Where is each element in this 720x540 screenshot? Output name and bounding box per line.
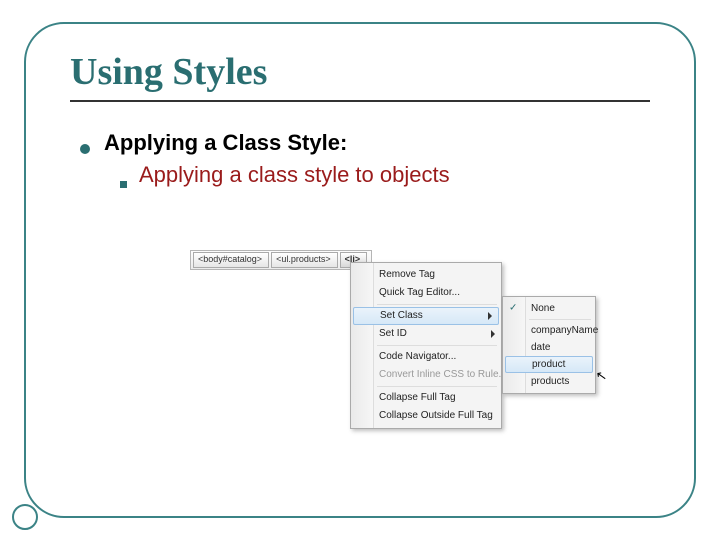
bullet-disc-icon [80,144,90,154]
submenu-item-label: None [531,303,555,314]
menu-item-remove-tag[interactable]: Remove Tag [351,266,501,284]
tag-chip[interactable]: <ul.products> [271,252,338,268]
submenu-arrow-icon [488,312,492,320]
menu-item-quick-tag-editor[interactable]: Quick Tag Editor... [351,284,501,302]
menu-item-label: Set ID [379,328,407,339]
screenshot-region: <body#catalog> <ul.products> <li> Remove… [190,250,570,420]
check-icon: ✓ [509,299,517,316]
corner-ring-icon [12,504,38,530]
menu-item-label: Set Class [380,310,423,321]
menu-separator [377,386,497,387]
class-submenu: ✓ None companyName date product products [502,296,596,394]
menu-item-code-navigator[interactable]: Code Navigator... [351,348,501,366]
submenu-arrow-icon [491,330,495,338]
tag-selector-bar: <body#catalog> <ul.products> <li> [190,250,372,270]
submenu-item-product[interactable]: product [505,356,593,373]
menu-item-collapse-full-tag[interactable]: Collapse Full Tag [351,389,501,407]
bullet-square-icon [120,181,127,188]
submenu-item-date[interactable]: date [503,339,595,356]
menu-item-collapse-outside[interactable]: Collapse Outside Full Tag [351,407,501,425]
menu-separator [377,304,497,305]
submenu-item-none[interactable]: ✓ None [503,300,595,317]
bullet-text-2: Applying a class style to objects [139,162,450,188]
menu-item-convert-inline-css[interactable]: Convert Inline CSS to Rule... [351,366,501,384]
submenu-item-companyname[interactable]: companyName [503,322,595,339]
bullet-text-1: Applying a Class Style: [104,130,347,156]
bullet-level-1: Applying a Class Style: [80,130,650,156]
menu-separator [377,345,497,346]
menu-item-set-id[interactable]: Set ID [351,325,501,343]
menu-item-set-class[interactable]: Set Class [353,307,499,325]
context-menu: Remove Tag Quick Tag Editor... Set Class… [350,262,502,429]
slide-title: Using Styles [70,50,267,94]
menu-separator [529,319,591,320]
title-underline [70,100,650,102]
bullet-level-2: Applying a class style to objects [120,162,650,188]
tag-chip[interactable]: <body#catalog> [193,252,269,268]
submenu-item-products[interactable]: products [503,373,595,390]
slide-body: Applying a Class Style: Applying a class… [80,130,650,188]
